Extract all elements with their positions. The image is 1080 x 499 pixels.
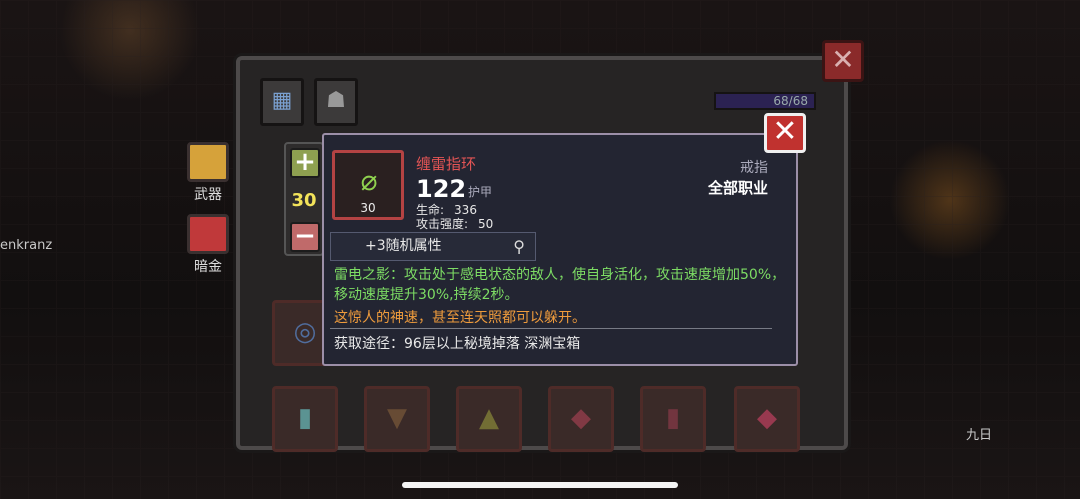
ring-icon: ⌀ (360, 164, 378, 197)
random-attributes-label: +3随机属性 (365, 238, 442, 254)
gold-button-label: 暗金 (194, 259, 222, 275)
item-effect-text: 雷电之影：攻击处于感电状态的敌人，使自身活化，攻击速度增加50%，移动速度提升3… (334, 267, 786, 303)
inventory-slot[interactable]: ◆ (734, 386, 800, 452)
inventory-slot[interactable]: ▮ (272, 386, 338, 452)
inventory-slot[interactable]: ◆ (548, 386, 614, 452)
item-armor-value: 122 (416, 175, 467, 203)
item-slot-type: 戒指 (740, 160, 768, 176)
item-icon-frame: ⌀ 30 (332, 150, 404, 220)
magnify-icon[interactable]: ⚲ (513, 233, 525, 260)
stepper-value: 30 (291, 190, 317, 211)
stat-value: 50 (478, 217, 494, 231)
item-name: 缠雷指环 (416, 155, 477, 173)
item-level: 30 (360, 201, 376, 215)
tab-armor[interactable]: ☗ (314, 78, 358, 126)
item-flavor-text: 这惊人的神速，甚至连天照都可以躲开。 (334, 310, 586, 326)
stat-label: 攻击强度: (416, 217, 469, 231)
weapon-button-label: 武器 (194, 187, 222, 203)
player-name-left: enkranz (0, 238, 53, 253)
decrease-button[interactable]: − (290, 222, 320, 252)
random-attributes-box[interactable]: +3随机属性 ⚲ (330, 232, 536, 261)
item-source-text: 获取途径：96层以上秘境掉落 深渊宝箱 (334, 336, 581, 352)
armor-category-icon: ☗ (326, 88, 346, 113)
quantity-stepper: + 30 − (284, 142, 324, 256)
weapon-chest-icon (187, 142, 229, 182)
increase-button[interactable]: + (290, 148, 320, 178)
inventory-slot[interactable]: ▮ (640, 386, 706, 452)
inventory-close-button[interactable]: ✕ (822, 40, 864, 82)
tooltip-close-button[interactable]: ✕ (764, 113, 806, 153)
divider (330, 328, 772, 329)
item-tooltip: ⌀ 30 缠雷指环 122 护甲 生命: 336 攻击强度: 50 戒指 全部职业 … (322, 133, 798, 366)
home-indicator[interactable] (402, 482, 678, 488)
item-armor-label: 护甲 (468, 185, 493, 199)
stat-row: 攻击强度: 50 (416, 215, 493, 232)
gold-chest-icon (187, 214, 229, 254)
inventory-capacity: 68/68 (714, 92, 816, 110)
player-name-right: 九日 (966, 428, 993, 443)
inventory-slot[interactable]: ▼ (364, 386, 430, 452)
gold-button[interactable]: 暗金 (184, 214, 232, 276)
tab-grid[interactable]: ▦ (260, 78, 304, 126)
grid-category-icon: ▦ (271, 88, 293, 113)
weapon-button[interactable]: 武器 (184, 142, 232, 204)
item-class-requirement: 全部职业 (707, 179, 768, 197)
inventory-slot[interactable]: ▲ (456, 386, 522, 452)
